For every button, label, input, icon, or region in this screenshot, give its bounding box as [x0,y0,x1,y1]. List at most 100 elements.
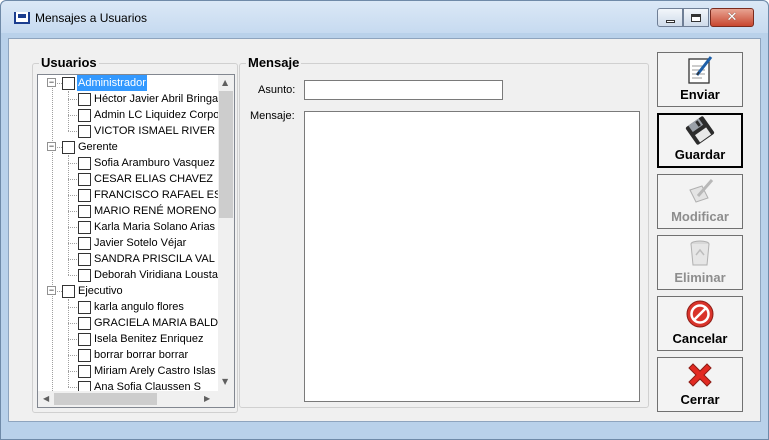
title-bar[interactable]: Mensajes a Usuarios ✕ [1,1,768,33]
horizontal-scrollbar[interactable]: ◀ ▶ [38,391,220,407]
group-checkbox[interactable] [62,140,75,154]
tree-user-label[interactable]: VICTOR ISMAEL RIVER [93,123,216,139]
tree-user-label[interactable]: Héctor Javier Abril Bringa [93,91,219,107]
tree-group-label[interactable]: Gerente [77,139,119,155]
recycle-bin-icon [690,240,710,266]
tree-user-label[interactable]: Miriam Arely Castro Islas [93,363,217,379]
user-checkbox[interactable] [78,204,91,218]
cerrar-button[interactable]: Cerrar [657,357,743,412]
tree-connector [68,355,77,356]
tree-user-label[interactable]: MARIO RENÉ MORENO [93,203,217,219]
tree-user-label[interactable]: borrar borrar borrar [93,347,189,363]
tree-user-label[interactable]: Javier Sotelo Véjar [93,235,187,251]
user-checkbox[interactable] [78,252,91,266]
user-checkbox[interactable] [78,348,91,362]
maximize-button[interactable] [683,8,709,27]
tree-connector [57,291,62,292]
user-checkbox[interactable] [78,236,91,250]
close-icon: ✕ [726,10,738,25]
user-checkbox[interactable] [78,172,91,186]
minimize-button[interactable] [657,8,683,27]
tree-user-row[interactable]: Karla Maria Solano Arias [78,219,216,235]
tree-group-label[interactable]: Ejecutivo [77,283,124,299]
tree-user-label[interactable]: Ana Sofia Claussen S [93,379,202,391]
tree-user-row[interactable]: Admin LC Liquidez Corpo [78,107,220,123]
cancelar-label: Cancelar [672,331,728,346]
tree-user-label[interactable]: GRACIELA MARIA BALD [93,315,219,331]
vertical-scrollbar[interactable]: ▲ ▼ [218,75,234,391]
vertical-scroll-thumb[interactable] [219,91,233,218]
tree-user-label[interactable]: Isela Benitez Enriquez [93,331,204,347]
scroll-left-icon[interactable]: ◀ [43,394,49,403]
tree-user-row[interactable]: karla angulo flores [78,299,185,315]
tree-user-row[interactable]: VICTOR ISMAEL RIVER [78,123,216,139]
group-checkbox[interactable] [62,284,75,298]
user-checkbox[interactable] [78,124,91,138]
eliminar-button[interactable]: Eliminar [657,235,743,290]
user-checkbox[interactable] [78,300,91,314]
tree-group-row[interactable]: Administrador [62,75,147,91]
collapse-icon[interactable]: − [47,78,56,87]
tree-user-row[interactable]: CESAR ELIAS CHAVEZ [78,171,214,187]
tree-connector [68,99,77,100]
collapse-icon[interactable]: − [47,286,56,295]
cancelar-button[interactable]: Cancelar [657,296,743,351]
modificar-button[interactable]: Modificar [657,174,743,229]
users-tree[interactable]: Administrador − Héctor Javier Abril Bringa… [37,74,235,408]
tree-user-row[interactable]: Miriam Arely Castro Islas [78,363,217,379]
tree-user-row[interactable]: Héctor Javier Abril Bringa [78,91,219,107]
tree-user-label[interactable]: SANDRA PRISCILA VAL [93,251,216,267]
tree-user-row[interactable]: Ana Sofia Claussen S [78,379,202,391]
tree-group-label[interactable]: Administrador [77,75,147,91]
tree-group-row[interactable]: Ejecutivo [62,283,124,299]
message-textarea[interactable] [305,112,639,401]
eliminar-label: Eliminar [674,270,726,285]
tree-user-label[interactable]: Admin LC Liquidez Corpo [93,107,220,123]
tree-rows: Administrador − Héctor Javier Abril Bringa… [38,75,220,391]
subject-input[interactable] [305,81,502,99]
tree-user-label[interactable]: Karla Maria Solano Arias [93,219,216,235]
cerrar-label: Cerrar [680,392,720,407]
group-checkbox[interactable] [62,76,75,90]
user-checkbox[interactable] [78,364,91,378]
tree-user-label[interactable]: Deborah Viridiana Lousta [93,267,219,283]
guardar-button[interactable]: Guardar [657,113,743,168]
tree-group-row[interactable]: Gerente [62,139,119,155]
tree-user-row[interactable]: GRACIELA MARIA BALD [78,315,219,331]
app-icon [14,12,30,24]
user-checkbox[interactable] [78,332,91,346]
tree-connector [68,91,69,131]
close-button[interactable]: ✕ [710,8,754,27]
user-checkbox[interactable] [78,188,91,202]
tree-connector [68,299,69,387]
tree-user-label[interactable]: karla angulo flores [93,299,185,315]
user-checkbox[interactable] [78,156,91,170]
horizontal-scroll-thumb[interactable] [54,393,157,405]
tree-connector [68,163,77,164]
tree-user-row[interactable]: Sofia Aramburo Vasquez [78,155,216,171]
tree-user-row[interactable]: borrar borrar borrar [78,347,189,363]
enviar-button[interactable]: Enviar [657,52,743,107]
tree-user-row[interactable]: Javier Sotelo Véjar [78,235,187,251]
user-checkbox[interactable] [78,316,91,330]
user-checkbox[interactable] [78,220,91,234]
tree-user-row[interactable]: Deborah Viridiana Lousta [78,267,219,283]
tree-user-row[interactable]: FRANCISCO RAFAEL ES [78,187,220,203]
tree-user-label[interactable]: CESAR ELIAS CHAVEZ [93,171,214,187]
users-group-title: Usuarios [39,55,99,70]
tree-user-row[interactable]: MARIO RENÉ MORENO [78,203,217,219]
user-checkbox[interactable] [78,92,91,106]
user-checkbox[interactable] [78,380,91,391]
user-checkbox[interactable] [78,268,91,282]
scroll-up-icon[interactable]: ▲ [222,78,228,87]
tree-user-label[interactable]: Sofia Aramburo Vasquez [93,155,216,171]
collapse-icon[interactable]: − [47,142,56,151]
tree-user-row[interactable]: SANDRA PRISCILA VAL [78,251,216,267]
tree-user-row[interactable]: Isela Benitez Enriquez [78,331,204,347]
scroll-right-icon[interactable]: ▶ [204,394,210,403]
scroll-down-icon[interactable]: ▼ [222,377,228,386]
client-area: Usuarios Administrador − Héctor Javier Abr… [8,38,761,422]
tree-user-label[interactable]: FRANCISCO RAFAEL ES [93,187,220,203]
user-checkbox[interactable] [78,108,91,122]
floppy-disk-icon [685,116,715,145]
